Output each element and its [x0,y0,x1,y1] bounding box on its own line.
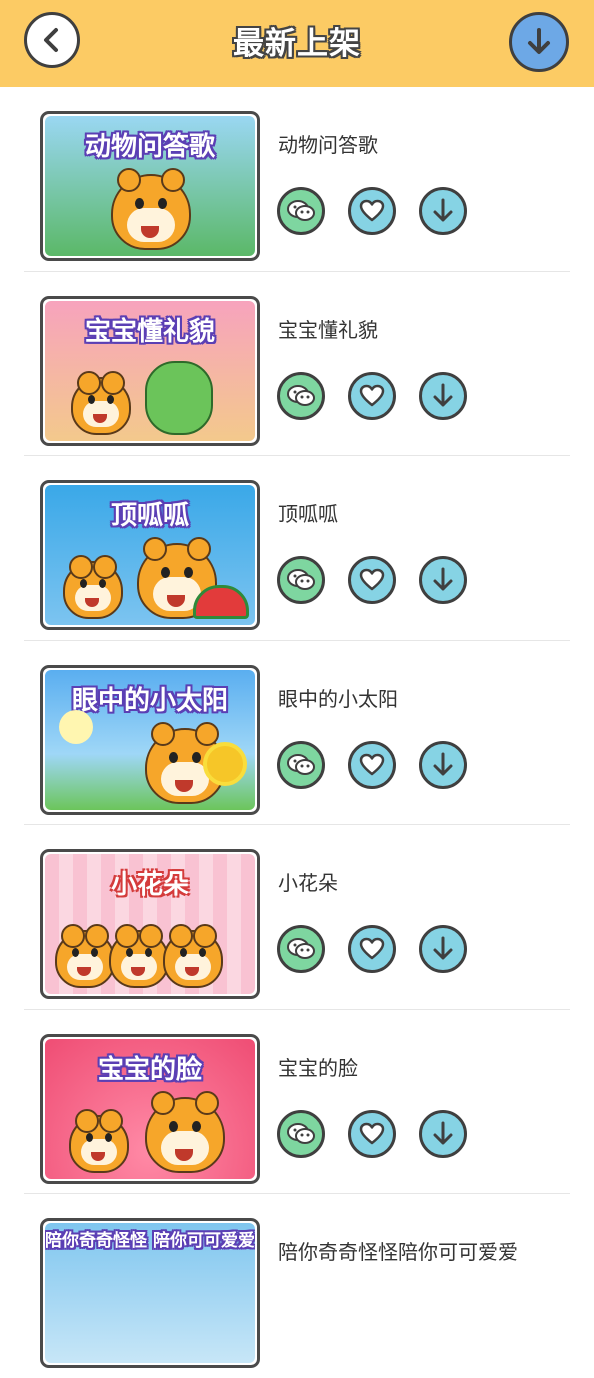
wechat-icon [287,200,315,221]
list-item[interactable]: 眼中的小太阳 眼中的小太阳 [24,641,570,825]
thumbnail-art: 宝宝的脸 [45,1038,255,1179]
list-item[interactable]: 宝宝懂礼貌 宝宝懂礼貌 [24,272,570,456]
song-thumbnail[interactable]: 眼中的小太阳 [40,664,260,815]
song-title[interactable]: 眼中的小太阳 [278,683,398,712]
share-button[interactable] [277,740,325,789]
song-thumbnail[interactable]: 宝宝懂礼貌 [40,295,260,446]
wechat-icon [287,384,315,406]
song-title[interactable]: 顶呱呱 [278,498,338,527]
top-bar: 最新上架 [0,0,594,87]
wechat-icon [287,938,315,959]
sunflower-icon [203,741,247,786]
song-title[interactable]: 宝宝的脸 [278,1052,358,1081]
thumbnail-title: 动物问答歌 [84,132,215,162]
list-item[interactable]: 顶呱呱 顶呱呱 [24,456,570,641]
tiger-character-icon [69,1108,129,1173]
tiger-character-icon [55,924,115,988]
thumbnail-art: 眼中的小太阳 [45,669,255,810]
share-button[interactable] [277,371,325,420]
page-title: 最新上架 [233,26,361,62]
favorite-button[interactable] [348,371,396,420]
download-song-button[interactable] [419,187,467,235]
thumbnail-title: 陪你奇奇怪怪 陪你可可爱爱 [45,1231,255,1251]
song-title[interactable]: 动物问答歌 [278,129,378,158]
download-arrow-icon [433,752,453,775]
download-song-button[interactable] [419,556,467,604]
thumbnail-art: 顶呱呱 [45,485,255,625]
heart-icon [359,568,385,591]
watermelon-icon [193,585,249,619]
list-item[interactable]: 宝宝的脸 宝宝的脸 [24,1010,570,1194]
wechat-icon [287,1122,315,1144]
tiger-character-icon [145,1090,225,1173]
green-character-icon [145,360,213,435]
song-thumbnail[interactable]: 宝宝的脸 [40,1033,260,1184]
list-item[interactable]: 小花朵 小花朵 [24,825,570,1010]
favorite-button[interactable] [348,187,396,235]
song-title[interactable]: 小花朵 [278,867,338,896]
share-button[interactable] [277,556,325,604]
heart-icon [359,384,385,406]
list-item[interactable]: 动物问答歌 动物问答歌 [24,87,570,272]
song-title[interactable]: 宝宝懂礼貌 [278,314,378,343]
song-title[interactable]: 陪你奇奇怪怪陪你可可爱爱 [278,1236,518,1265]
heart-icon [359,753,385,775]
tiger-character-icon [63,555,123,619]
favorite-button[interactable] [348,925,396,973]
tiger-character-icon [111,168,191,250]
song-thumbnail[interactable]: 陪你奇奇怪怪 陪你可可爱爱 [40,1218,260,1368]
thumbnail-title: 宝宝懂礼貌 [84,316,215,347]
wechat-icon [287,753,315,775]
list-item[interactable]: 陪你奇奇怪怪 陪你可可爱爱 陪你奇奇怪怪陪你可可爱爱 [24,1194,570,1378]
share-button[interactable] [277,187,325,235]
song-thumbnail[interactable]: 顶呱呱 [40,480,260,630]
download-button[interactable] [509,12,569,72]
song-thumbnail[interactable]: 小花朵 [40,849,260,999]
download-song-button[interactable] [419,371,467,420]
thumbnail-art: 陪你奇奇怪怪 陪你可可爱爱 [45,1223,255,1363]
thumbnail-art: 小花朵 [45,854,255,994]
heart-icon [359,937,385,960]
sun-icon [59,709,93,744]
favorite-button[interactable] [348,556,396,604]
download-arrow-icon [433,1121,453,1144]
thumbnail-art: 动物问答歌 [45,116,255,256]
download-song-button[interactable] [419,1109,467,1158]
heart-icon [359,1122,385,1144]
thumbnail-title: 宝宝的脸 [97,1054,202,1085]
tiger-character-icon [163,924,223,988]
thumbnail-title: 顶呱呱 [110,501,189,531]
favorite-button[interactable] [348,1109,396,1158]
download-icon [528,28,550,54]
favorite-button[interactable] [348,740,396,789]
download-song-button[interactable] [419,925,467,973]
song-thumbnail[interactable]: 动物问答歌 [40,111,260,261]
thumbnail-art: 宝宝懂礼貌 [45,300,255,441]
wechat-icon [287,569,315,590]
share-button[interactable] [277,925,325,973]
heart-icon [359,199,385,222]
tiger-character-icon [71,370,131,435]
download-arrow-icon [433,198,453,222]
thumbnail-title: 小花朵 [110,870,189,900]
share-button[interactable] [277,1109,325,1158]
download-song-button[interactable] [419,740,467,789]
download-arrow-icon [433,936,453,960]
download-arrow-icon [433,383,453,406]
download-arrow-icon [433,567,453,591]
song-list: 动物问答歌 动物问答歌 宝宝懂礼貌 宝宝懂礼貌 顶呱呱 顶呱呱 眼中的小太阳 眼… [0,87,594,1378]
tiger-character-icon [109,924,169,988]
